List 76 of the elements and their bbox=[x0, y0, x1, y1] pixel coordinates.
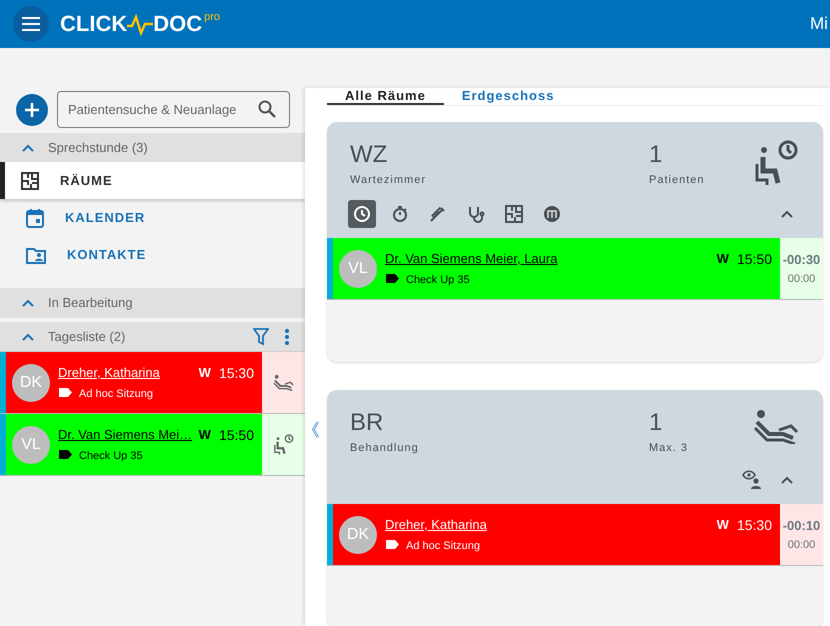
patient-card[interactable]: VL Dr. Van Siemens Meier, Laura W 15:50 Check Up 35 bbox=[333, 238, 780, 299]
status-letter: W bbox=[716, 251, 729, 266]
calendar-icon bbox=[25, 208, 45, 228]
chevron-icon bbox=[781, 476, 793, 484]
appointment-time: 15:50 bbox=[218, 426, 254, 442]
nav-item[interactable]: KALENDER bbox=[0, 199, 305, 236]
treatment-chair-icon bbox=[272, 374, 294, 391]
patient-card[interactable]: DK Dreher, Katharina W 15:30 Ad hoc Sitzung bbox=[6, 352, 262, 413]
duration: 00:00 bbox=[788, 273, 816, 285]
waiting-chair-icon bbox=[272, 434, 294, 456]
floor-plan-icon bbox=[504, 204, 524, 224]
avatar: DK bbox=[339, 516, 377, 554]
time-delta: -00:10 bbox=[782, 518, 820, 533]
patient-count: 1 bbox=[649, 409, 662, 436]
avatar: DK bbox=[12, 364, 50, 402]
stethoscope-icon bbox=[467, 205, 485, 223]
duration: 00:00 bbox=[788, 539, 816, 551]
section-header[interactable]: In Bearbeitung bbox=[0, 288, 305, 317]
user-name: Mi bbox=[810, 14, 829, 34]
syringe-icon bbox=[429, 205, 447, 223]
appointment-time: 15:30 bbox=[218, 364, 254, 380]
collapse-sidebar-button[interactable]: 《 bbox=[302, 418, 320, 442]
appointment-type: Check Up 35 bbox=[79, 450, 143, 462]
section-header[interactable]: Tagesliste (2) bbox=[0, 322, 305, 351]
nav-item[interactable]: RÄUME bbox=[0, 162, 305, 199]
patient-card[interactable]: DK Dreher, Katharina W 15:30 Ad hoc Sitzung bbox=[333, 504, 780, 565]
room-name: Behandlung bbox=[350, 442, 420, 454]
status-stripe bbox=[327, 504, 333, 565]
avatar: VL bbox=[12, 426, 50, 464]
appointment-type: Ad hoc Sitzung bbox=[79, 388, 153, 400]
pulse-icon bbox=[127, 12, 154, 36]
tab[interactable]: Erdgeschoss bbox=[444, 88, 572, 105]
status-letter: W bbox=[198, 427, 211, 442]
clock-filter-button[interactable] bbox=[348, 200, 376, 228]
timer-icon bbox=[391, 205, 409, 223]
patient-name-link[interactable]: Dr. Van Siemens Meier, Laura bbox=[385, 251, 558, 266]
clock-icon bbox=[353, 205, 371, 223]
add-patient-button[interactable] bbox=[16, 94, 48, 126]
appointment-type: Ad hoc Sitzung bbox=[406, 540, 480, 552]
plus-icon bbox=[24, 102, 40, 118]
room-code: BR bbox=[350, 409, 384, 436]
room-name: Wartezimmer bbox=[350, 174, 427, 186]
time-delta: -00:30 bbox=[782, 252, 820, 267]
logo-text: CLICK bbox=[60, 12, 128, 36]
appointment-time: 15:30 bbox=[736, 516, 772, 532]
section-title: In Bearbeitung bbox=[48, 295, 133, 310]
more-icon[interactable] bbox=[285, 328, 289, 346]
chevron-icon bbox=[781, 210, 793, 218]
count-label: Patienten bbox=[649, 174, 706, 186]
status-stripe bbox=[327, 238, 333, 299]
room-code: WZ bbox=[350, 141, 388, 168]
logo-text: DOC bbox=[153, 12, 202, 36]
status-letter: W bbox=[716, 517, 729, 532]
section-title: Tagesliste (2) bbox=[48, 329, 126, 344]
avatar: VL bbox=[339, 250, 377, 288]
patient-count: 1 bbox=[649, 141, 662, 168]
appointment-type: Check Up 35 bbox=[406, 274, 470, 286]
patient-name-link[interactable]: Dreher, Katharina bbox=[58, 365, 160, 380]
patient-name-link[interactable]: Dreher, Katharina bbox=[385, 517, 487, 532]
menu-button[interactable] bbox=[13, 6, 49, 42]
patient-card[interactable]: VL Dr. Van Siemens Mei… W 15:50 Check Up 35 bbox=[6, 414, 262, 475]
menu-icon bbox=[22, 17, 40, 31]
section-title: Sprechstunde (3) bbox=[48, 140, 148, 155]
search-field[interactable]: Patientensuche & Neuanlage bbox=[57, 91, 290, 128]
tab[interactable]: Alle Räume bbox=[327, 88, 444, 105]
m-badge-icon bbox=[543, 205, 561, 223]
logo-suffix: pro bbox=[204, 12, 220, 22]
section-header[interactable]: Sprechstunde (3) bbox=[0, 133, 305, 162]
search-icon bbox=[258, 100, 276, 118]
appointment-time: 15:50 bbox=[736, 250, 772, 266]
filter-icon[interactable] bbox=[253, 328, 269, 346]
floor-plan-icon bbox=[20, 170, 40, 190]
patient-name-link[interactable]: Dr. Van Siemens Mei… bbox=[58, 427, 192, 442]
count-label: Max. 3 bbox=[649, 442, 690, 454]
status-letter: W bbox=[198, 365, 211, 380]
nav-item[interactable]: KONTAKTE bbox=[0, 236, 305, 273]
